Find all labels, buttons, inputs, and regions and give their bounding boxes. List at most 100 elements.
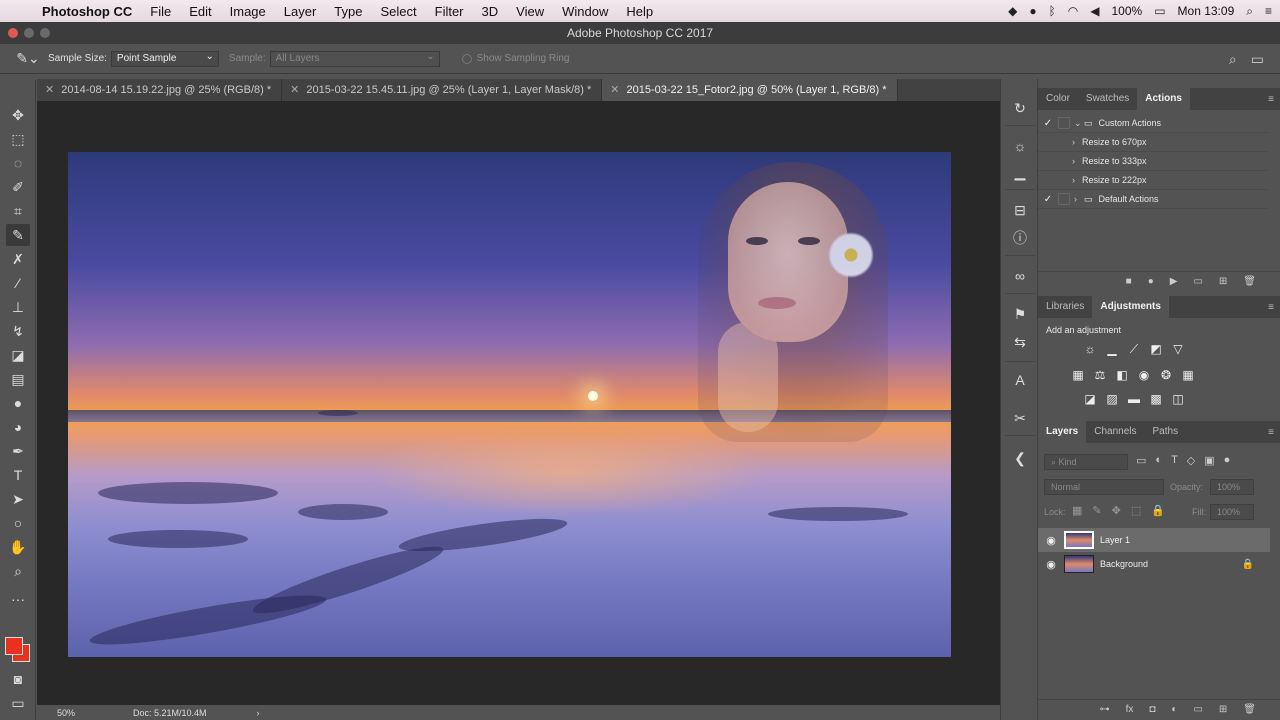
properties-panel-icon[interactable]: ⊟ — [1008, 199, 1032, 221]
quick-mask-icon[interactable]: ◙ — [6, 668, 30, 690]
invert-icon[interactable]: ◪ — [1082, 391, 1098, 407]
search-icon[interactable]: ⌕ — [1246, 4, 1253, 19]
vibrance-icon[interactable]: ▽ — [1170, 341, 1186, 357]
zoom-tool-icon[interactable]: ⌕ — [6, 560, 30, 582]
new-set-icon[interactable]: ▭ — [1193, 276, 1202, 287]
lock-pixels-icon[interactable]: ✎ — [1092, 504, 1101, 517]
channel-mixer-icon[interactable]: ❂ — [1158, 367, 1174, 383]
music-icon[interactable]: ● — [1029, 4, 1036, 18]
lock-position-icon[interactable]: ✥ — [1112, 504, 1121, 517]
link-layers-icon[interactable]: ⊶ — [1100, 704, 1110, 715]
doc-tab-2[interactable]: ✕ 2015-03-22 15.45.11.jpg @ 25% (Layer 1,… — [282, 79, 603, 101]
sample-select[interactable]: All Layers — [269, 50, 440, 67]
menu-layer[interactable]: Layer — [275, 4, 326, 19]
tab-actions[interactable]: Actions — [1137, 88, 1190, 110]
curves-icon[interactable]: ⟋ — [1126, 341, 1142, 357]
pixel-filter-icon[interactable]: ▭ — [1136, 454, 1146, 467]
bluetooth-icon[interactable]: ᛒ — [1049, 4, 1056, 18]
doc-size[interactable]: Doc: 5.21M/10.4M — [133, 708, 207, 718]
tool-presets-icon[interactable]: ✂ — [1008, 407, 1032, 429]
eyedropper-tool-icon[interactable]: ✎ — [6, 224, 30, 246]
disclosure-closed-icon[interactable]: › — [1072, 137, 1082, 147]
opacity-field[interactable]: 100% — [1210, 479, 1254, 495]
tab-channels[interactable]: Channels — [1086, 421, 1144, 443]
new-action-icon[interactable]: ⊞ — [1219, 276, 1227, 287]
layer-style-icon[interactable]: fx — [1126, 704, 1134, 715]
ellipse-tool-icon[interactable]: ○ — [6, 512, 30, 534]
doc-tab-3[interactable]: ✕ 2015-03-22 15_Fotor2.jpg @ 50% (Layer 1… — [602, 79, 898, 101]
marquee-tool-icon[interactable]: ⬚ — [6, 128, 30, 150]
menu-window[interactable]: Window — [553, 4, 617, 19]
battery-icon[interactable]: ▭ — [1154, 4, 1165, 18]
styles-panel-icon[interactable]: ❮ — [1008, 447, 1032, 469]
workspace-icon[interactable]: ▭ — [1251, 51, 1264, 68]
history-brush-tool-icon[interactable]: ↯ — [6, 320, 30, 342]
zoom-window-button[interactable] — [40, 28, 50, 38]
crop-tool-icon[interactable]: ⌗ — [6, 200, 30, 222]
play-icon[interactable]: ▶ — [1170, 276, 1178, 287]
delete-icon[interactable]: 🗑 — [1243, 276, 1256, 287]
filter-toggle-icon[interactable]: ● — [1224, 454, 1231, 467]
document-image[interactable] — [68, 152, 951, 657]
type-tool-icon[interactable]: T — [6, 464, 30, 486]
close-tab-icon[interactable]: ✕ — [610, 84, 619, 96]
action-row[interactable]: › Resize to 670px — [1038, 133, 1268, 152]
threshold-icon[interactable]: ▬ — [1126, 391, 1142, 407]
panel-menu-icon[interactable]: ≡ — [1268, 427, 1274, 438]
action-set-row[interactable]: ✓ ⌄ ▭ Custom Actions — [1038, 114, 1268, 133]
healing-brush-tool-icon[interactable]: ✗ — [6, 248, 30, 270]
hand-tool-icon[interactable]: ✋ — [6, 536, 30, 558]
lock-artboard-icon[interactable]: ⬚ — [1131, 504, 1141, 517]
disclosure-closed-icon[interactable]: › — [1072, 156, 1082, 166]
menu-app-name[interactable]: Photoshop CC — [38, 4, 141, 19]
minimize-window-button[interactable] — [24, 28, 34, 38]
tab-layers[interactable]: Layers — [1038, 421, 1087, 443]
clock[interactable]: Mon 13:09 — [1178, 4, 1235, 18]
info-panel-icon[interactable]: ⓘ — [1008, 227, 1032, 249]
history-panel-icon[interactable]: ↻ — [1008, 97, 1032, 119]
type-filter-icon[interactable]: T — [1171, 454, 1178, 467]
search-icon[interactable]: ⌕ — [1229, 51, 1237, 68]
volume-icon[interactable]: ◀ — [1090, 4, 1099, 18]
disclosure-open-icon[interactable]: ⌄ — [1074, 118, 1084, 129]
close-window-button[interactable] — [8, 28, 18, 38]
color-lookup-icon[interactable]: ▦ — [1180, 367, 1196, 383]
visibility-eye-icon[interactable]: ◉ — [1038, 558, 1064, 571]
brightness-panel-icon[interactable]: ☼ — [1008, 135, 1032, 157]
layer-kind-filter[interactable]: ⌕ Kind — [1044, 454, 1128, 470]
dropbox-icon[interactable]: ◆ — [1008, 4, 1017, 18]
lock-transparency-icon[interactable]: ▦ — [1072, 504, 1082, 517]
tab-libraries[interactable]: Libraries — [1038, 296, 1092, 318]
layer-row[interactable]: ◉ Background 🔒 — [1038, 552, 1270, 576]
tab-swatches[interactable]: Swatches — [1078, 88, 1137, 110]
visibility-eye-icon[interactable]: ◉ — [1038, 534, 1064, 547]
glyphs-panel-icon[interactable]: ∞ — [1008, 265, 1032, 287]
layer-row[interactable]: ◉ Layer 1 — [1038, 528, 1270, 552]
status-menu-chevron-icon[interactable]: › — [257, 708, 260, 718]
exposure-icon[interactable]: ◩ — [1148, 341, 1164, 357]
stop-icon[interactable]: ■ — [1126, 276, 1132, 287]
posterize-icon[interactable]: ▨ — [1104, 391, 1120, 407]
character-panel-icon[interactable]: A — [1008, 369, 1032, 391]
wifi-icon[interactable]: ◠ — [1068, 4, 1078, 18]
dialog-toggle[interactable] — [1058, 117, 1070, 129]
brush-panel-icon[interactable]: ⚑ — [1008, 303, 1032, 325]
tab-adjustments[interactable]: Adjustments — [1092, 296, 1169, 318]
quick-selection-tool-icon[interactable]: ✐ — [6, 176, 30, 198]
lock-all-icon[interactable]: 🔒 — [1151, 504, 1165, 517]
list-icon[interactable]: ≡ — [1265, 4, 1272, 18]
path-selection-tool-icon[interactable]: ➤ — [6, 488, 30, 510]
more-tools-icon[interactable]: ··· — [6, 588, 30, 610]
pen-tool-icon[interactable]: ✒ — [6, 440, 30, 462]
dodge-tool-icon[interactable]: ◕ — [6, 416, 30, 438]
battery-percent[interactable]: 100% — [1111, 4, 1142, 18]
action-row[interactable]: › Resize to 333px — [1038, 152, 1268, 171]
lasso-tool-icon[interactable]: ◌ — [6, 152, 30, 174]
color-balance-icon[interactable]: ⚖ — [1092, 367, 1108, 383]
gradient-tool-icon[interactable]: ▤ — [6, 368, 30, 390]
black-white-icon[interactable]: ◧ — [1114, 367, 1130, 383]
zoom-level[interactable]: 50% — [57, 708, 133, 718]
fill-field[interactable]: 100% — [1210, 504, 1254, 520]
record-icon[interactable]: ● — [1148, 276, 1154, 287]
screen-mode-icon[interactable]: ▭ — [6, 692, 30, 714]
